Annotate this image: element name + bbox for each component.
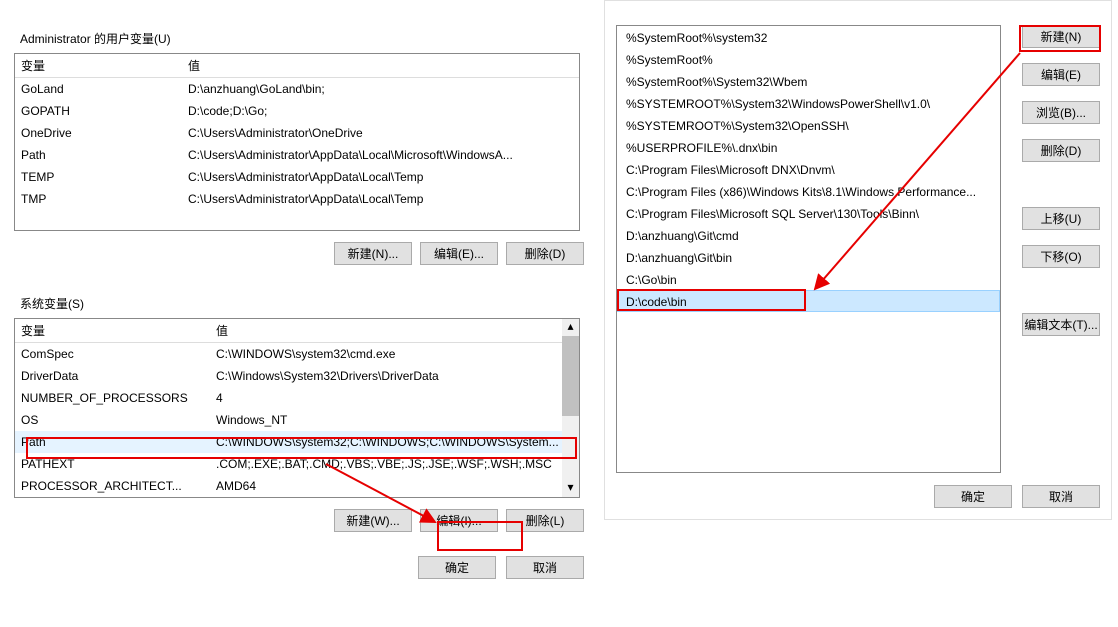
var-name-cell: Path xyxy=(15,148,182,162)
path-new-button[interactable]: 新建(N) xyxy=(1022,25,1100,48)
list-item[interactable]: %SystemRoot%\System32\Wbem xyxy=(617,70,1000,92)
sys-new-button[interactable]: 新建(W)... xyxy=(334,509,412,532)
table-row[interactable]: PROCESSOR_ARCHITECT...AMD64 xyxy=(15,475,579,497)
var-name-cell: PROCESSOR_ARCHITECT... xyxy=(15,479,210,493)
var-name-cell: GoLand xyxy=(15,82,182,96)
user-new-button[interactable]: 新建(N)... xyxy=(334,242,412,265)
var-value-cell: C:\WINDOWS\system32;C:\WINDOWS;C:\WINDOW… xyxy=(210,435,579,449)
env-vars-dialog: Administrator 的用户变量(U) 变量 值 GoLandD:\anz… xyxy=(14,0,590,593)
path-ok-button[interactable]: 确定 xyxy=(934,485,1012,508)
user-vars-label: Administrator 的用户变量(U) xyxy=(20,30,590,47)
table-row[interactable]: PathC:\Users\Administrator\AppData\Local… xyxy=(15,144,579,166)
var-name-cell: TEMP xyxy=(15,170,182,184)
var-value-cell: C:\Users\Administrator\AppData\Local\Mic… xyxy=(182,148,579,162)
list-item[interactable]: C:\Go\bin xyxy=(617,268,1000,290)
table-row[interactable]: DriverDataC:\Windows\System32\Drivers\Dr… xyxy=(15,365,579,387)
scrollbar[interactable]: ▴ ▾ xyxy=(562,319,579,497)
table-row[interactable]: PATHEXT.COM;.EXE;.BAT;.CMD;.VBS;.VBE;.JS… xyxy=(15,453,579,475)
var-name-cell: DriverData xyxy=(15,369,210,383)
user-vars-table[interactable]: 变量 值 GoLandD:\anzhuang\GoLand\bin;GOPATH… xyxy=(14,53,580,231)
sys-delete-button[interactable]: 删除(L) xyxy=(506,509,584,532)
table-row[interactable]: NUMBER_OF_PROCESSORS4 xyxy=(15,387,579,409)
list-item[interactable]: D:\code\bin xyxy=(617,290,1000,312)
path-edit-text-button[interactable]: 编辑文本(T)... xyxy=(1022,313,1100,336)
path-down-button[interactable]: 下移(O) xyxy=(1022,245,1100,268)
var-value-cell: Windows_NT xyxy=(210,413,579,427)
col-value-header[interactable]: 值 xyxy=(182,57,579,74)
sys-vars-table[interactable]: 变量 值 ComSpecC:\WINDOWS\system32\cmd.exeD… xyxy=(14,318,580,498)
var-name-cell: TMP xyxy=(15,192,182,206)
user-delete-button[interactable]: 删除(D) xyxy=(506,242,584,265)
table-row[interactable]: TEMPC:\Users\Administrator\AppData\Local… xyxy=(15,166,579,188)
var-name-cell: ComSpec xyxy=(15,347,210,361)
table-row[interactable]: PathC:\WINDOWS\system32;C:\WINDOWS;C:\WI… xyxy=(15,431,579,453)
path-listbox[interactable]: %SystemRoot%\system32%SystemRoot%%System… xyxy=(616,25,1001,473)
user-edit-button[interactable]: 编辑(E)... xyxy=(420,242,498,265)
path-cancel-button[interactable]: 取消 xyxy=(1022,485,1100,508)
list-item[interactable]: D:\anzhuang\Git\cmd xyxy=(617,224,1000,246)
path-delete-button[interactable]: 删除(D) xyxy=(1022,139,1100,162)
var-name-cell: OneDrive xyxy=(15,126,182,140)
var-value-cell: 4 xyxy=(210,391,579,405)
path-edit-button[interactable]: 编辑(E) xyxy=(1022,63,1100,86)
path-browse-button[interactable]: 浏览(B)... xyxy=(1022,101,1100,124)
table-row[interactable]: GoLandD:\anzhuang\GoLand\bin; xyxy=(15,78,579,100)
var-value-cell: C:\Users\Administrator\AppData\Local\Tem… xyxy=(182,170,579,184)
col-name-header[interactable]: 变量 xyxy=(15,57,182,74)
list-item[interactable]: D:\anzhuang\Git\bin xyxy=(617,246,1000,268)
col-value-header[interactable]: 值 xyxy=(210,322,579,339)
scroll-thumb[interactable] xyxy=(562,336,579,416)
table-header: 变量 值 xyxy=(15,319,579,343)
list-item[interactable]: %SYSTEMROOT%\System32\WindowsPowerShell\… xyxy=(617,92,1000,114)
list-item[interactable]: %SystemRoot%\system32 xyxy=(617,26,1000,48)
cancel-button[interactable]: 取消 xyxy=(506,556,584,579)
list-item[interactable]: %SystemRoot% xyxy=(617,48,1000,70)
var-value-cell: C:\Users\Administrator\AppData\Local\Tem… xyxy=(182,192,579,206)
list-item[interactable]: C:\Program Files\Microsoft DNX\Dnvm\ xyxy=(617,158,1000,180)
ok-button[interactable]: 确定 xyxy=(418,556,496,579)
list-item[interactable]: %USERPROFILE%\.dnx\bin xyxy=(617,136,1000,158)
scroll-arrow-down-icon[interactable]: ▾ xyxy=(562,480,579,497)
table-row[interactable]: OSWindows_NT xyxy=(15,409,579,431)
table-row[interactable]: OneDriveC:\Users\Administrator\OneDrive xyxy=(15,122,579,144)
var-name-cell: PATHEXT xyxy=(15,457,210,471)
scroll-arrow-up-icon[interactable]: ▴ xyxy=(562,319,579,336)
var-value-cell: D:\code;D:\Go; xyxy=(182,104,579,118)
edit-path-dialog: %SystemRoot%\system32%SystemRoot%%System… xyxy=(604,0,1112,520)
var-value-cell: .COM;.EXE;.BAT;.CMD;.VBS;.VBE;.JS;.JSE;.… xyxy=(210,457,579,471)
table-row[interactable]: ComSpecC:\WINDOWS\system32\cmd.exe xyxy=(15,343,579,365)
list-item[interactable]: C:\Program Files (x86)\Windows Kits\8.1\… xyxy=(617,180,1000,202)
var-value-cell: AMD64 xyxy=(210,479,579,493)
table-header: 变量 值 xyxy=(15,54,579,78)
var-value-cell: D:\anzhuang\GoLand\bin; xyxy=(182,82,579,96)
var-name-cell: OS xyxy=(15,413,210,427)
sys-edit-button[interactable]: 编辑(I)... xyxy=(420,509,498,532)
var-name-cell: NUMBER_OF_PROCESSORS xyxy=(15,391,210,405)
list-item[interactable]: C:\Program Files\Microsoft SQL Server\13… xyxy=(617,202,1000,224)
col-name-header[interactable]: 变量 xyxy=(15,322,210,339)
var-name-cell: Path xyxy=(15,435,210,449)
path-up-button[interactable]: 上移(U) xyxy=(1022,207,1100,230)
sys-vars-label: 系统变量(S) xyxy=(20,295,590,312)
var-value-cell: C:\Windows\System32\Drivers\DriverData xyxy=(210,369,579,383)
table-row[interactable]: TMPC:\Users\Administrator\AppData\Local\… xyxy=(15,188,579,210)
var-name-cell: GOPATH xyxy=(15,104,182,118)
list-item[interactable]: %SYSTEMROOT%\System32\OpenSSH\ xyxy=(617,114,1000,136)
var-value-cell: C:\Users\Administrator\OneDrive xyxy=(182,126,579,140)
var-value-cell: C:\WINDOWS\system32\cmd.exe xyxy=(210,347,579,361)
table-row[interactable]: GOPATHD:\code;D:\Go; xyxy=(15,100,579,122)
